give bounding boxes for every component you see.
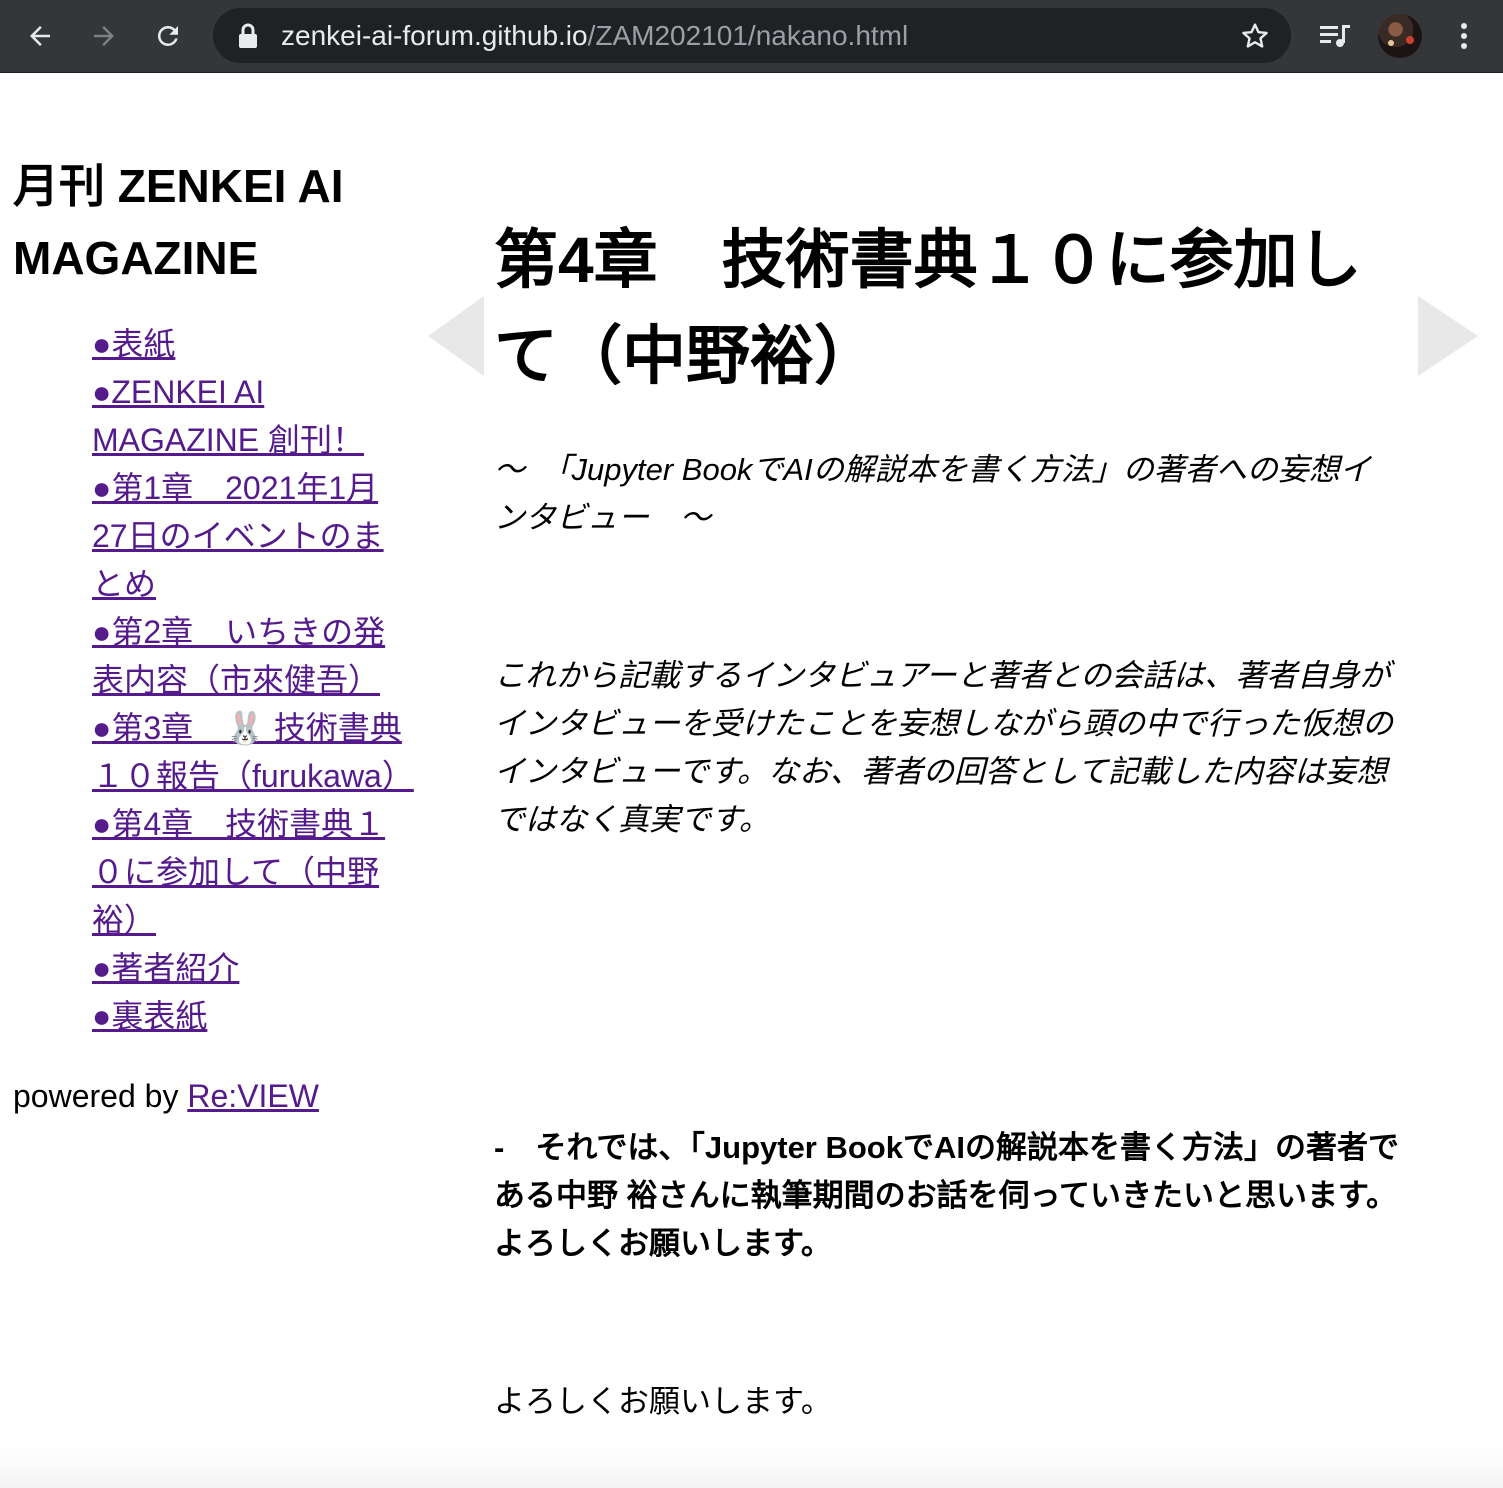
toc-link-back-cover[interactable]: ●裏表紙: [92, 998, 207, 1034]
profile-avatar[interactable]: [1378, 14, 1422, 58]
toc-link-chapter-1[interactable]: ●第1章 2021年1月27日のイベントのまとめ: [92, 470, 384, 602]
magazine-title: 月刊 ZENKEI AI MAGAZINE: [13, 160, 344, 284]
url-host: zenkei-ai-forum.github.io: [281, 20, 588, 51]
toc-link-chapter-2[interactable]: ●第2章 いちきの発表内容（市來健吾）: [92, 614, 385, 698]
address-bar[interactable]: zenkei-ai-forum.github.io/ZAM202101/naka…: [213, 8, 1291, 63]
toc-item: ●第2章 いちきの発表内容（市來健吾）: [92, 608, 408, 704]
star-icon[interactable]: [1239, 20, 1271, 56]
prev-page-triangle-icon[interactable]: [428, 296, 484, 376]
toc-item: ●著者紹介: [92, 944, 408, 992]
disclaimer-paragraph: これから記載するインタビュアーと著者との会話は、著者自身がインタビューを受けたこ…: [494, 658, 1393, 837]
toc-link-launch[interactable]: ●ZENKEI AI MAGAZINE 創刊！: [92, 374, 364, 458]
lock-icon: [237, 23, 259, 53]
media-queue-icon: [1318, 21, 1352, 51]
forward-button[interactable]: [78, 10, 130, 62]
toc-link-chapter-3[interactable]: ●第3章 🐰 技術書典１０報告（furukawa）: [92, 710, 414, 794]
arrow-right-icon: [89, 21, 119, 51]
toc-item: ●ZENKEI AI MAGAZINE 創刊！: [92, 368, 408, 464]
powered-by-prefix: powered by: [13, 1078, 188, 1114]
review-link[interactable]: Re:VIEW: [187, 1078, 319, 1114]
arrow-left-icon: [25, 21, 55, 51]
sidebar: 月刊 ZENKEI AI MAGAZINE ●表紙 ●ZENKEI AI MAG…: [13, 150, 414, 1115]
main-content: 第4章 技術書典１０に参加して（中野裕） ～ 「Jupyter BookでAIの…: [494, 212, 1414, 1426]
next-page-triangle-icon[interactable]: [1418, 296, 1478, 376]
browser-toolbar: zenkei-ai-forum.github.io/ZAM202101/naka…: [0, 0, 1503, 73]
table-of-contents: ●表紙 ●ZENKEI AI MAGAZINE 創刊！ ●第1章 2021年1月…: [13, 320, 414, 1040]
bottom-edge: [0, 1448, 1503, 1488]
media-queue-button[interactable]: [1309, 10, 1361, 62]
toc-link-cover[interactable]: ●表紙: [92, 326, 175, 362]
toc-item: ●第4章 技術書典１０に参加して（中野裕）: [92, 800, 408, 944]
powered-by: powered by Re:VIEW: [13, 1078, 413, 1115]
reload-icon: [153, 21, 183, 51]
interview-answer: よろしくお願いします。: [494, 1384, 832, 1419]
browser-menu-button[interactable]: [1438, 10, 1490, 62]
toc-item: ●第3章 🐰 技術書典１０報告（furukawa）: [92, 704, 414, 800]
chapter-title: 第4章 技術書典１０に参加して（中野裕）: [494, 224, 1362, 392]
reload-button[interactable]: [142, 10, 194, 62]
toc-item: ●表紙: [92, 320, 408, 368]
toc-item: ●裏表紙: [92, 992, 408, 1040]
url-text[interactable]: zenkei-ai-forum.github.io/ZAM202101/naka…: [281, 8, 908, 63]
url-path: /ZAM202101/nakano.html: [587, 20, 909, 51]
toc-item: ●第1章 2021年1月27日のイベントのまとめ: [92, 464, 408, 608]
interview-question: - それでは、「Jupyter BookでAIの解説本を書く方法」の著者である中…: [494, 1130, 1399, 1261]
chapter-subtitle: ～ 「Jupyter BookでAIの解説本を書く方法」の著者への妄想インタビュ…: [494, 452, 1371, 535]
toc-link-chapter-4[interactable]: ●第4章 技術書典１０に参加して（中野裕）: [92, 806, 385, 938]
toc-link-authors[interactable]: ●著者紹介: [92, 950, 239, 986]
kebab-menu-icon: [1459, 21, 1469, 51]
back-button[interactable]: [14, 10, 66, 62]
